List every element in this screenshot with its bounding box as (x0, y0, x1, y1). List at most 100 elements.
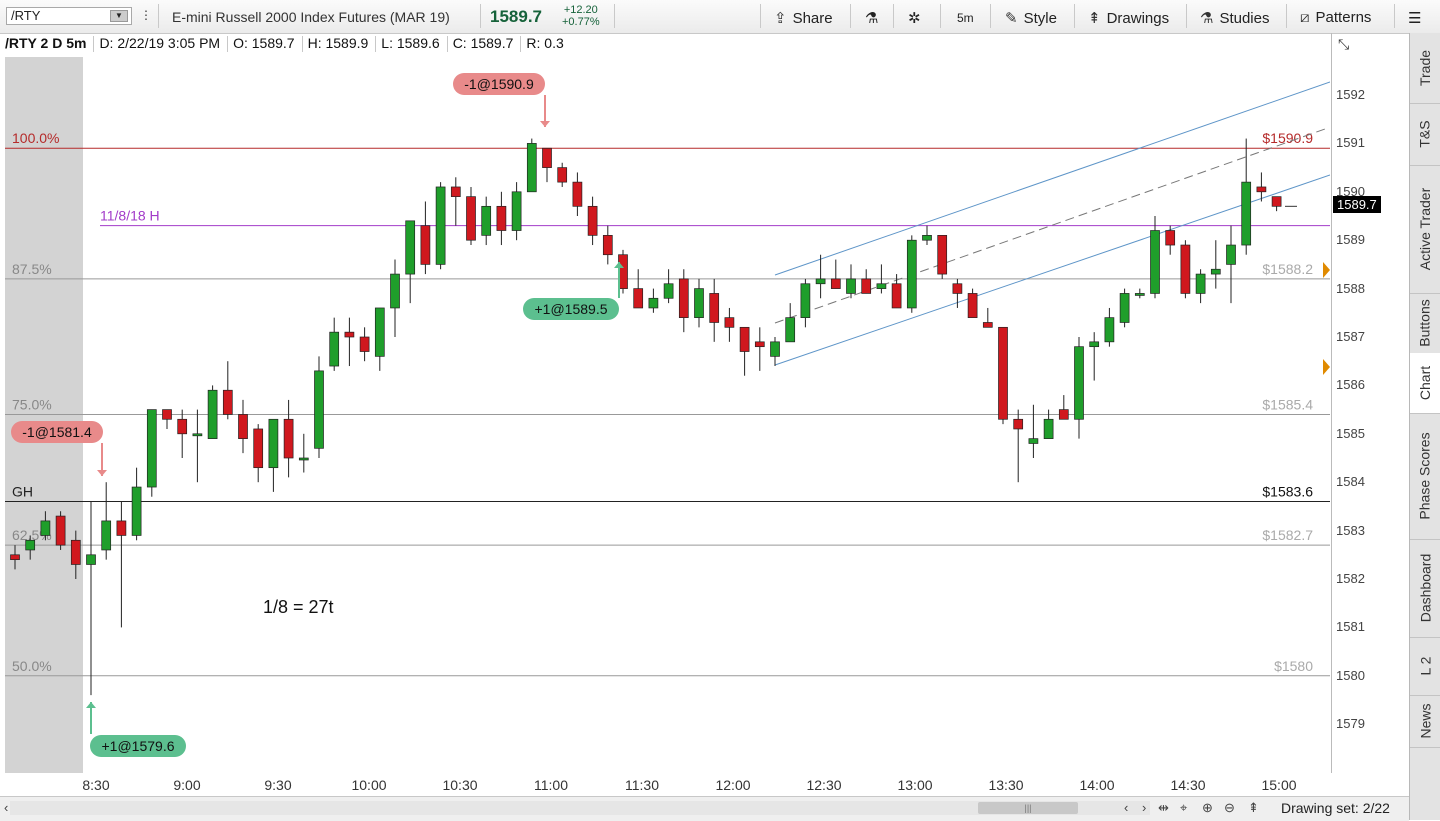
tab-label: T&S (1416, 120, 1433, 148)
share-button[interactable]: ⇪ Share (774, 9, 833, 27)
alert-marker (1323, 262, 1330, 278)
candle-down (253, 428, 264, 469)
candle-up (1150, 230, 1160, 294)
price-tick: 1579 (1336, 716, 1365, 732)
candle-down (557, 167, 568, 183)
tab-phase-scores[interactable]: Phase Scores (1410, 413, 1440, 540)
price-tick: 1584 (1336, 474, 1365, 490)
link-icon[interactable]: ⋮ (140, 8, 152, 22)
trade-sell-left-label: -1@1581.4 (22, 424, 92, 440)
candle-up (663, 283, 674, 299)
drawing-set-icon[interactable]: ⇞ (1248, 800, 1259, 816)
price-tick: 1582 (1336, 571, 1365, 586)
time-tick: 9:00 (173, 777, 201, 793)
bar-low: L: 1589.6 (381, 35, 440, 51)
chevron-down-icon[interactable]: ▼ (110, 10, 128, 22)
candle-down (739, 326, 750, 352)
price-axis[interactable]: 1592 1591 1590 1589 1588 1587 1586 1585 1584 1583… (1331, 33, 1410, 773)
scroll-forward-icon[interactable]: › (1142, 800, 1146, 815)
candle-down (55, 515, 66, 546)
candle-down (1058, 409, 1069, 420)
patterns-button[interactable]: ⧄ Patterns (1300, 9, 1371, 26)
style-button[interactable]: ✎ Style (1005, 9, 1057, 27)
price-tick: 1583 (1336, 522, 1365, 538)
tab-active-trader[interactable]: Active Trader (1410, 165, 1440, 294)
scroll-back-icon[interactable]: ‹ (1124, 800, 1128, 815)
candle-up (314, 370, 324, 449)
candle-down (162, 409, 172, 420)
candle-down (238, 414, 248, 439)
candle-down (998, 326, 1008, 420)
time-tick: 9:30 (264, 777, 292, 793)
fib100-left-label: 100.0% (12, 130, 59, 146)
time-tick: 14:30 (1170, 777, 1206, 793)
tab-trade[interactable]: Trade (1410, 33, 1440, 104)
drawings-button[interactable]: ⇞ Drawings (1088, 9, 1169, 27)
scroll-thumb[interactable]: ||| (978, 802, 1078, 814)
zoom-out-icon[interactable]: ⊖ (1224, 800, 1235, 816)
symbol-description: E-mini Russell 2000 Index Futures (MAR 1… (172, 9, 450, 25)
tab-label: Trade (1417, 49, 1433, 87)
candle-down (724, 317, 735, 328)
candle-up (329, 331, 340, 367)
net-change: +12.20 +0.77% (562, 4, 600, 28)
candle-down (891, 283, 902, 309)
drawing-icon: ⇞ (1088, 10, 1101, 27)
fib75-left-label: 75.0% (12, 396, 52, 412)
change-value: +12.20 (563, 4, 598, 16)
price-tick: 1587 (1336, 329, 1365, 344)
candle-up (785, 317, 796, 343)
drawing-set-label[interactable]: Drawing set: 2/22 (1281, 800, 1390, 816)
candle-down (709, 293, 720, 323)
expand-icon[interactable]: ⇹ (1158, 800, 1169, 816)
fib875-right-label: $1588.2 (1262, 261, 1313, 277)
fib-tick-note: 1/8 = 27t (263, 597, 334, 617)
crosshair-icon[interactable]: ⌖ (1180, 800, 1187, 816)
candle-down (222, 389, 233, 415)
menu-button[interactable]: ☰ (1408, 9, 1421, 27)
symbol-selector[interactable]: /RTY ▼ (6, 7, 132, 25)
candle-down (70, 539, 81, 565)
tab-t-s[interactable]: T&S (1410, 103, 1440, 166)
candle-down (177, 418, 188, 435)
studies-button[interactable]: ⚗ Studies (1200, 9, 1270, 27)
candle-down (602, 235, 613, 256)
time-axis[interactable]: 8:30 9:00 9:30 10:00 10:30 11:00 11:30 12:00 12:… (5, 773, 1330, 796)
candle-down (678, 278, 689, 318)
scroll-left-icon[interactable]: ‹ (4, 800, 8, 815)
bar-close: C: 1589.7 (452, 35, 514, 51)
bar-high: H: 1589.9 (307, 35, 369, 51)
candle-down (450, 186, 461, 197)
main-toolbar: /RTY ▼ ⋮ E-mini Russell 2000 Index Futur… (0, 0, 1440, 34)
candle-up (526, 143, 537, 193)
candle-down (344, 331, 355, 338)
price-tick: 1592 (1336, 87, 1365, 102)
horizontal-scrollbar[interactable]: ||| (10, 801, 1150, 815)
time-tick: 12:30 (806, 777, 842, 793)
price-chart[interactable]: 100.0% $1590.9 87.5% $1588.2 75.0% $1585.4 GH $… (5, 57, 1330, 773)
candle-up (770, 341, 780, 357)
candle-down (754, 341, 765, 348)
timeframe-button[interactable]: 5m (957, 11, 974, 25)
candle-up (435, 186, 446, 265)
drawings-label: Drawings (1106, 10, 1170, 27)
candle-down (466, 196, 476, 241)
candle-down (496, 205, 507, 231)
change-percent: +0.77% (562, 16, 600, 28)
time-tick: 12:00 (715, 777, 751, 793)
time-tick: 11:30 (625, 777, 659, 793)
gh-right-label: $1583.6 (1262, 484, 1313, 500)
tab-news[interactable]: News (1410, 695, 1440, 748)
candle-up (40, 520, 51, 536)
settings-button[interactable]: ✲ (908, 9, 921, 27)
tab-l-2[interactable]: L 2 (1410, 637, 1440, 696)
flask-button[interactable]: ⚗ (865, 9, 878, 27)
candle-up (25, 539, 36, 551)
bar-date: D: 2/22/19 3:05 PM (99, 35, 221, 51)
tab-buttons[interactable]: Buttons (1410, 293, 1440, 354)
tab-chart[interactable]: Chart (1410, 353, 1440, 414)
candle-down (359, 336, 370, 352)
zoom-in-icon[interactable]: ⊕ (1202, 800, 1213, 816)
tab-dashboard[interactable]: Dashboard (1410, 539, 1440, 638)
time-tick: 15:00 (1261, 777, 1297, 793)
